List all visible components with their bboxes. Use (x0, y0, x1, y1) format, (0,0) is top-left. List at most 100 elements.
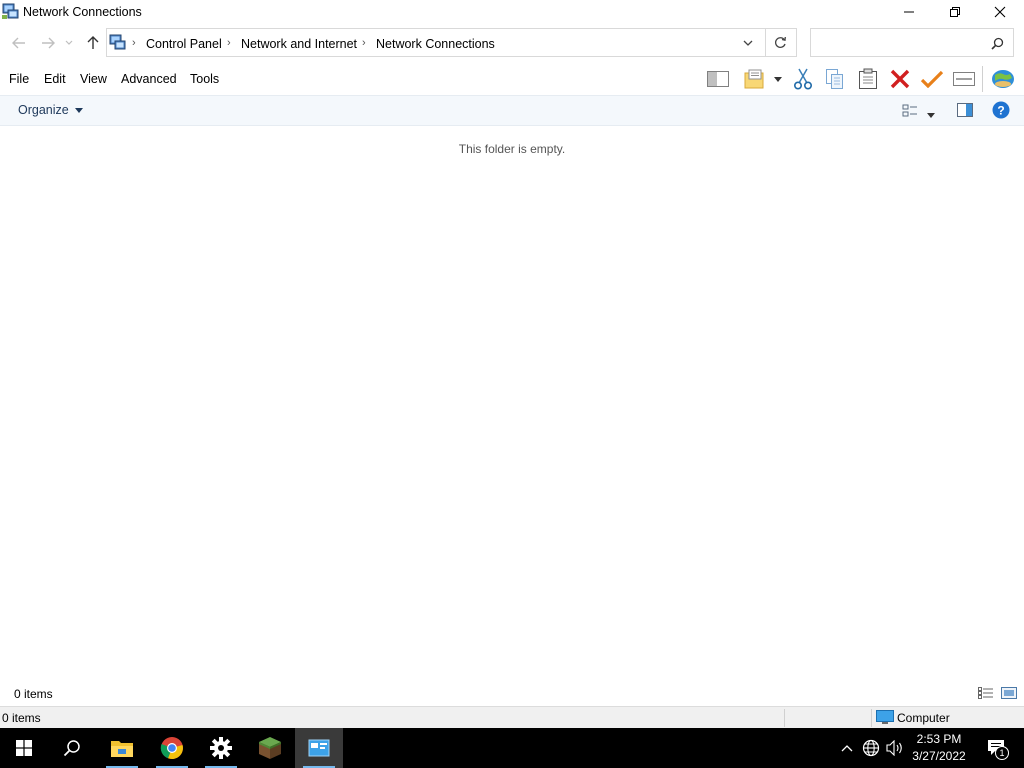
paste-icon (859, 68, 877, 89)
globe-button[interactable] (990, 67, 1016, 91)
start-button[interactable] (0, 728, 48, 768)
network-globe-icon (862, 739, 880, 757)
status-divider (784, 709, 785, 727)
close-button[interactable] (977, 0, 1023, 24)
close-icon (994, 6, 1006, 18)
copy-button[interactable] (822, 67, 848, 91)
cut-button[interactable] (790, 67, 816, 91)
folder-view-dropdown[interactable] (770, 67, 786, 91)
details-view-button[interactable] (978, 687, 994, 702)
search-icon[interactable] (991, 37, 1004, 50)
breadcrumb-network-connections[interactable]: Network Connections (376, 37, 495, 51)
properties-button[interactable] (951, 67, 977, 91)
status-location: Computer (897, 711, 950, 725)
change-view-button[interactable] (902, 103, 918, 122)
chevron-down-icon (65, 40, 73, 45)
control-panel-icon (109, 34, 126, 50)
taskbar-chrome[interactable] (148, 728, 196, 768)
volume-icon (886, 740, 902, 756)
menu-tools[interactable]: Tools (190, 72, 219, 86)
file-explorer-icon (111, 741, 133, 757)
forward-button[interactable] (38, 34, 58, 52)
cut-icon (793, 68, 813, 90)
computer-icon (876, 710, 894, 724)
taskbar: 2:53 PM 3/27/2022 1 (0, 728, 1024, 768)
breadcrumb-control-panel[interactable]: Control Panel (146, 37, 222, 51)
search-input[interactable] (815, 33, 985, 53)
taskbar-settings[interactable] (197, 728, 245, 768)
action-center-button[interactable]: 1 (982, 738, 1012, 760)
refresh-icon (774, 36, 786, 48)
chrome-icon (160, 737, 183, 760)
help-button[interactable]: ? (992, 101, 1010, 122)
menu-bar: File Edit View Advanced Tools (0, 62, 1024, 95)
menu-advanced[interactable]: Advanced (121, 72, 177, 86)
layout-icon (707, 71, 729, 87)
taskbar-file-explorer[interactable] (98, 728, 146, 768)
file-list-area[interactable]: This folder is empty. (0, 126, 1024, 682)
caret-down-icon (774, 76, 782, 82)
preview-pane-button[interactable] (957, 103, 973, 120)
svg-text:?: ? (997, 104, 1004, 118)
minimize-button[interactable] (886, 0, 932, 24)
address-bar[interactable]: › Control Panel › Network and Internet ›… (106, 28, 766, 57)
clock-time: 2:53 PM (916, 732, 962, 746)
menu-edit[interactable]: Edit (44, 72, 66, 86)
preview-pane-icon (957, 103, 973, 117)
show-hidden-icons-button[interactable] (836, 738, 858, 758)
clock-date: 3/27/2022 (912, 749, 966, 763)
toolbar-divider (982, 66, 983, 92)
folder-view-button[interactable] (742, 67, 768, 91)
large-icons-view-button[interactable] (1001, 687, 1017, 702)
layout-button[interactable] (705, 67, 731, 91)
taskbar-clock[interactable]: 2:53 PM 3/27/2022 (905, 731, 973, 765)
command-bar: Organize ? (0, 95, 1024, 126)
details-status-bar: 0 items (0, 682, 1024, 706)
caret-down-icon (927, 113, 935, 118)
check-icon (921, 70, 943, 88)
breadcrumb-network-and-internet[interactable]: Network and Internet (241, 37, 357, 51)
empty-folder-message: This folder is empty. (458, 142, 566, 156)
view-options-dropdown[interactable] (927, 107, 935, 121)
notification-count-badge: 1 (995, 746, 1009, 760)
check-button[interactable] (919, 67, 945, 91)
organize-button[interactable]: Organize (18, 103, 84, 117)
search-box[interactable] (810, 28, 1014, 57)
breadcrumb-chevron-icon[interactable]: › (362, 37, 366, 49)
taskbar-search-button[interactable] (48, 728, 96, 768)
menu-file[interactable]: File (9, 72, 29, 86)
folder-view-icon (744, 69, 764, 89)
menu-view[interactable]: View (80, 72, 107, 86)
back-button[interactable] (9, 34, 29, 52)
refresh-button[interactable] (765, 28, 797, 57)
up-button[interactable] (83, 34, 103, 52)
delete-icon (890, 69, 910, 89)
back-arrow-icon (12, 37, 25, 49)
search-icon (63, 740, 80, 757)
network-connections-icon (2, 3, 19, 19)
minecraft-icon (259, 737, 281, 759)
taskbar-minecraft[interactable] (246, 728, 294, 768)
network-tray-button[interactable] (860, 738, 882, 758)
recent-locations-button[interactable] (62, 34, 76, 52)
status-bar: 0 items Computer (0, 706, 1024, 728)
volume-tray-button[interactable] (884, 738, 906, 758)
taskbar-control-panel[interactable] (295, 728, 343, 768)
settings-icon (210, 737, 232, 759)
delete-button[interactable] (887, 67, 913, 91)
details-view-icon (978, 687, 993, 699)
address-dropdown-icon[interactable] (743, 39, 753, 47)
restore-button[interactable] (932, 0, 978, 24)
chevron-up-icon (841, 745, 853, 752)
up-arrow-icon (87, 36, 99, 49)
breadcrumb-chevron-icon[interactable]: › (132, 37, 136, 49)
globe-icon (992, 70, 1014, 88)
view-options-icon (902, 104, 917, 117)
start-icon (16, 740, 32, 756)
breadcrumb-chevron-icon[interactable]: › (227, 37, 231, 49)
paste-button[interactable] (855, 67, 881, 91)
item-count: 0 items (14, 687, 53, 701)
status-item-count: 0 items (2, 711, 41, 725)
restore-icon (950, 7, 960, 17)
forward-arrow-icon (42, 37, 55, 49)
